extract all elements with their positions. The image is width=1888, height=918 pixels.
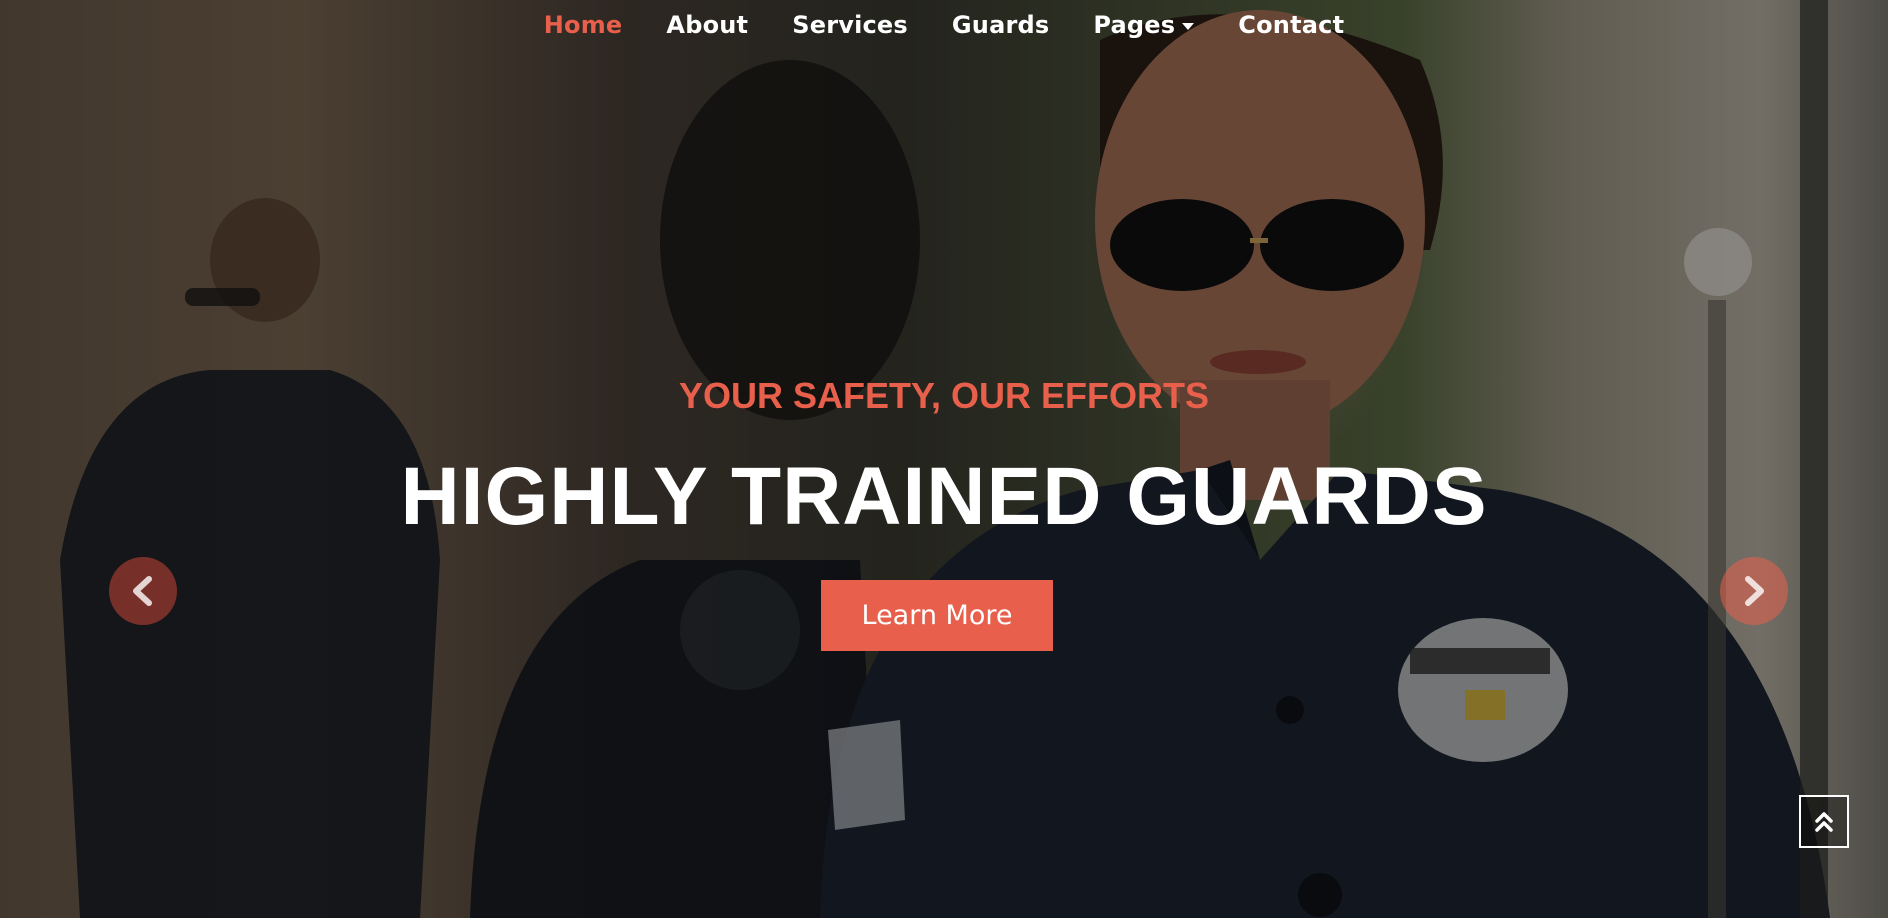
hero-carousel: Home About Services Guards Pages Contact… (0, 0, 1888, 918)
nav-guards-label: Guards (951, 11, 1050, 39)
back-to-top-button[interactable] (1799, 795, 1849, 848)
nav-home-label: Home (543, 11, 623, 39)
nav-guards[interactable]: Guards (930, 11, 1071, 39)
carousel-prev-button[interactable] (109, 557, 177, 625)
nav-services[interactable]: Services (770, 11, 930, 39)
caret-down-icon (1182, 22, 1195, 30)
nav-pages-dropdown[interactable]: Pages (1071, 11, 1216, 39)
nav-contact[interactable]: Contact (1216, 11, 1366, 39)
hero-title: HIGHLY TRAINED GUARDS (400, 451, 1488, 542)
nav-contact-label: Contact (1238, 11, 1345, 39)
nav-pages-label: Pages (1093, 11, 1176, 39)
hero-subtitle: YOUR SAFETY, OUR EFFORTS (678, 375, 1210, 416)
nav-services-label: Services (792, 11, 908, 39)
double-chevron-up-icon (1815, 811, 1833, 832)
nav-about-label: About (666, 11, 749, 39)
chevron-right-icon (1745, 576, 1764, 606)
carousel-next-button[interactable] (1720, 557, 1788, 625)
nav-home[interactable]: Home (522, 11, 645, 39)
chevron-left-icon (133, 576, 152, 606)
main-nav: Home About Services Guards Pages Contact (0, 0, 1888, 50)
nav-about[interactable]: About (644, 11, 770, 39)
learn-more-button[interactable]: Learn More (821, 580, 1053, 651)
